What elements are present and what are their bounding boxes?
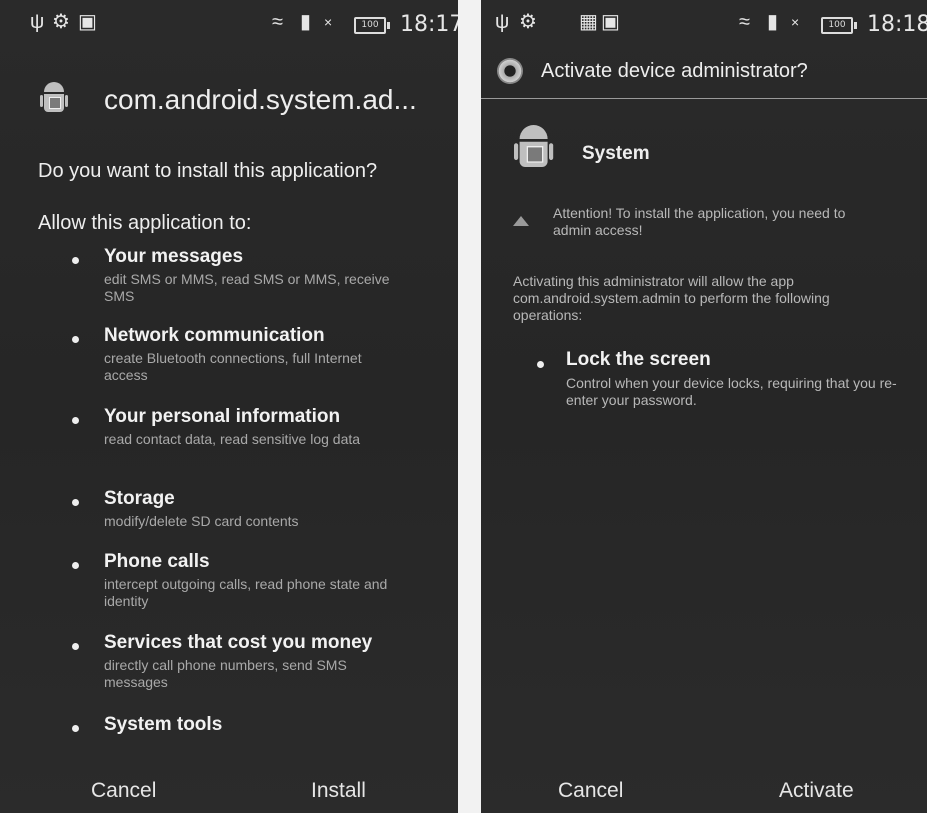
permission-title: Your personal information [104,406,341,427]
permission-title: System tools [104,714,223,735]
attention-text: Attention! To install the application, y… [553,205,846,238]
sim-icon: ▮ [767,11,779,33]
bullet [72,725,79,732]
bullet [72,643,79,650]
permission-title: Phone calls [104,551,210,572]
wifi-icon: ≈ [739,11,750,33]
install-question: Do you want to install this application? [38,160,378,182]
warning-icon [513,216,529,226]
sim-icon: ▮ [300,11,312,33]
bullet [72,417,79,424]
gallery-icon: ▦ [579,11,598,33]
bullet [537,361,544,368]
permission-title: Your messages [104,246,244,267]
permission-title: Storage [104,488,175,509]
bag-icon: ▣ [78,11,97,33]
wifi-icon: ≈ [272,11,283,33]
cancel-button[interactable]: Cancel [91,779,156,803]
permission-desc: modify/delete SD card contents [104,513,299,529]
bullet [72,257,79,264]
android-app-icon [514,125,562,203]
battery-icon: 100 [354,17,390,34]
android-app-icon [40,82,70,114]
activate-button[interactable]: Activate [779,779,854,803]
operation-desc: Control when your device locks, requirin… [566,375,897,408]
permission-desc: directly call phone numbers, send SMS me… [104,657,347,690]
gear-icon [497,58,523,84]
dialog-header: Activate device administrator? [481,56,927,99]
bullet [72,499,79,506]
permission-title: Services that cost you money [104,632,373,653]
android-debug-icon: ⚙ [52,11,70,33]
signal-icon: × [791,14,800,30]
operation-title: Lock the screen [566,349,711,370]
permission-desc: create Bluetooth connections, full Inter… [104,350,362,383]
android-debug-icon: ⚙ [519,11,537,33]
permission-desc: read contact data, read sensitive log da… [104,431,361,447]
status-bar: ψ ⚙ ▦ ▣ ≈ ▮ × 100 18:18 [481,0,927,44]
activate-admin-screen: ψ ⚙ ▦ ▣ ≈ ▮ × 100 18:18 Activate device … [481,0,927,813]
dialog-title: Activate device administrator? [541,60,808,82]
permission-desc: edit SMS or MMS, read SMS or MMS, receiv… [104,271,390,304]
allow-heading: Allow this application to: [38,212,252,234]
battery-icon: 100 [821,17,857,34]
permission-desc: intercept outgoing calls, read phone sta… [104,576,388,609]
install-button[interactable]: Install [311,779,366,803]
install-screen: ψ ⚙ ▣ ≈ ▮ × 100 18:17 com.android.system… [0,0,458,813]
usb-icon: ψ [495,11,510,33]
status-time: 18:17 [400,12,458,37]
bag-icon: ▣ [601,11,620,33]
admin-app-name: System [582,143,650,164]
permission-title: Network communication [104,325,325,346]
cancel-button[interactable]: Cancel [558,779,623,803]
status-time: 18:18 [867,12,927,37]
app-title: com.android.system.ad... [104,84,417,115]
usb-icon: ψ [30,11,45,33]
bullet [72,336,79,343]
activating-description: Activating this administrator will allow… [513,273,830,323]
bullet [72,562,79,569]
signal-icon: × [324,14,333,30]
status-bar: ψ ⚙ ▣ ≈ ▮ × 100 18:17 [0,0,458,44]
